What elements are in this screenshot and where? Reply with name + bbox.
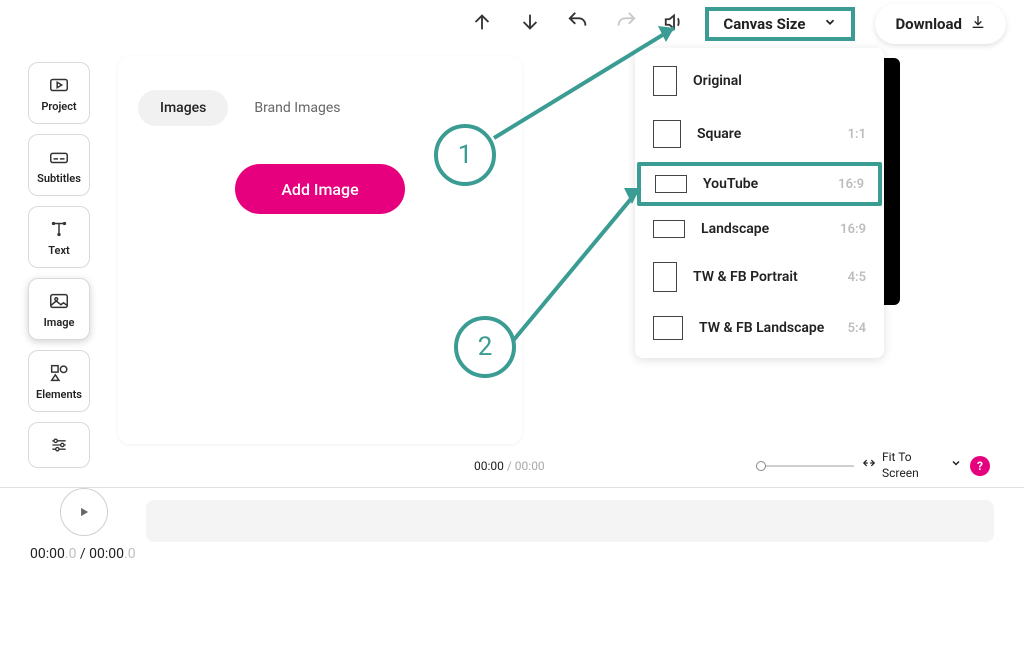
canvas-option-label: Landscape <box>701 221 769 237</box>
callout-arrow-1 <box>476 20 696 170</box>
tool-subtitles-label: Subtitles <box>37 172 81 185</box>
canvas-size-label: Canvas Size <box>723 15 805 33</box>
fit-icon <box>862 456 876 475</box>
zoom-thumb[interactable] <box>756 461 766 471</box>
timeline-current: 00:00 <box>30 546 65 562</box>
callout-2-label: 2 <box>478 332 493 362</box>
add-image-button[interactable]: Add Image <box>235 164 405 214</box>
zoom-slider[interactable] <box>756 465 854 467</box>
timeline-sep: / <box>76 546 89 562</box>
transport-current: 00:00 <box>474 459 504 473</box>
tool-text[interactable]: Text <box>28 206 90 268</box>
download-button[interactable]: Download <box>875 4 1006 44</box>
chevron-down-icon <box>950 457 962 474</box>
transport-row: 00:00 / 00:00 Fit To Screen ? <box>0 444 1024 488</box>
transport-time: 00:00 / 00:00 <box>474 459 545 473</box>
timeline-current-dec: .0 <box>65 546 77 562</box>
tool-elements[interactable]: Elements <box>28 350 90 412</box>
download-icon <box>970 14 986 34</box>
canvas-option-ratio: 16:9 <box>838 177 864 192</box>
canvas-option-ratio: 16:9 <box>840 222 866 237</box>
play-button[interactable] <box>60 488 108 536</box>
timeline-track[interactable] <box>146 500 994 542</box>
canvas-option-ratio: 1:1 <box>848 127 866 142</box>
tool-project-label: Project <box>41 100 76 113</box>
zoom-track <box>756 465 854 467</box>
canvas-option-label: TW & FB Portrait <box>693 269 798 285</box>
canvas-option-label: TW & FB Landscape <box>699 320 824 336</box>
canvas-option-label: Square <box>697 126 741 142</box>
chevron-down-icon <box>823 15 837 33</box>
tool-image-label: Image <box>44 316 75 329</box>
canvas-size-button[interactable]: Canvas Size <box>705 7 855 41</box>
callout-1-label: 1 <box>458 140 473 170</box>
callout-1: 1 <box>434 124 496 186</box>
callout-arrow-2 <box>500 176 660 356</box>
image-panel: Images Brand Images Add Image <box>118 56 522 444</box>
canvas-option-ratio: 4:5 <box>848 270 866 285</box>
tool-project[interactable]: Project <box>28 62 90 124</box>
download-label: Download <box>895 15 962 33</box>
canvas-option-tw-fb-landscape[interactable]: TW & FB Landscape 5:4 <box>635 304 884 352</box>
tool-rail: Project Subtitles Text Image Elements <box>28 62 90 468</box>
canvas-option-ratio: 5:4 <box>848 321 866 336</box>
tab-images[interactable]: Images <box>138 90 228 126</box>
help-button[interactable]: ? <box>970 456 990 476</box>
tool-image[interactable]: Image <box>28 278 90 340</box>
callout-2: 2 <box>454 316 516 378</box>
canvas-option-label: Original <box>693 73 742 89</box>
fit-label: Fit To Screen <box>882 450 944 481</box>
canvas-option-landscape[interactable]: Landscape 16:9 <box>635 208 884 250</box>
canvas-option-label: YouTube <box>703 176 758 192</box>
timeline-time: 00:00.0 / 00:00.0 <box>30 546 136 562</box>
timeline-total-dec: .0 <box>124 546 136 562</box>
tab-brand-images[interactable]: Brand Images <box>232 90 362 126</box>
canvas-option-tw-fb-portrait[interactable]: TW & FB Portrait 4:5 <box>635 250 884 304</box>
transport-sep: / <box>504 459 515 473</box>
panel-tabbar: Images Brand Images <box>138 90 502 126</box>
timeline-total: 00:00 <box>89 546 124 562</box>
transport-total: 00:00 <box>515 459 545 473</box>
tool-subtitles[interactable]: Subtitles <box>28 134 90 196</box>
tool-elements-label: Elements <box>36 388 82 401</box>
tool-text-label: Text <box>48 244 69 257</box>
fit-to-screen[interactable]: Fit To Screen <box>862 450 962 481</box>
